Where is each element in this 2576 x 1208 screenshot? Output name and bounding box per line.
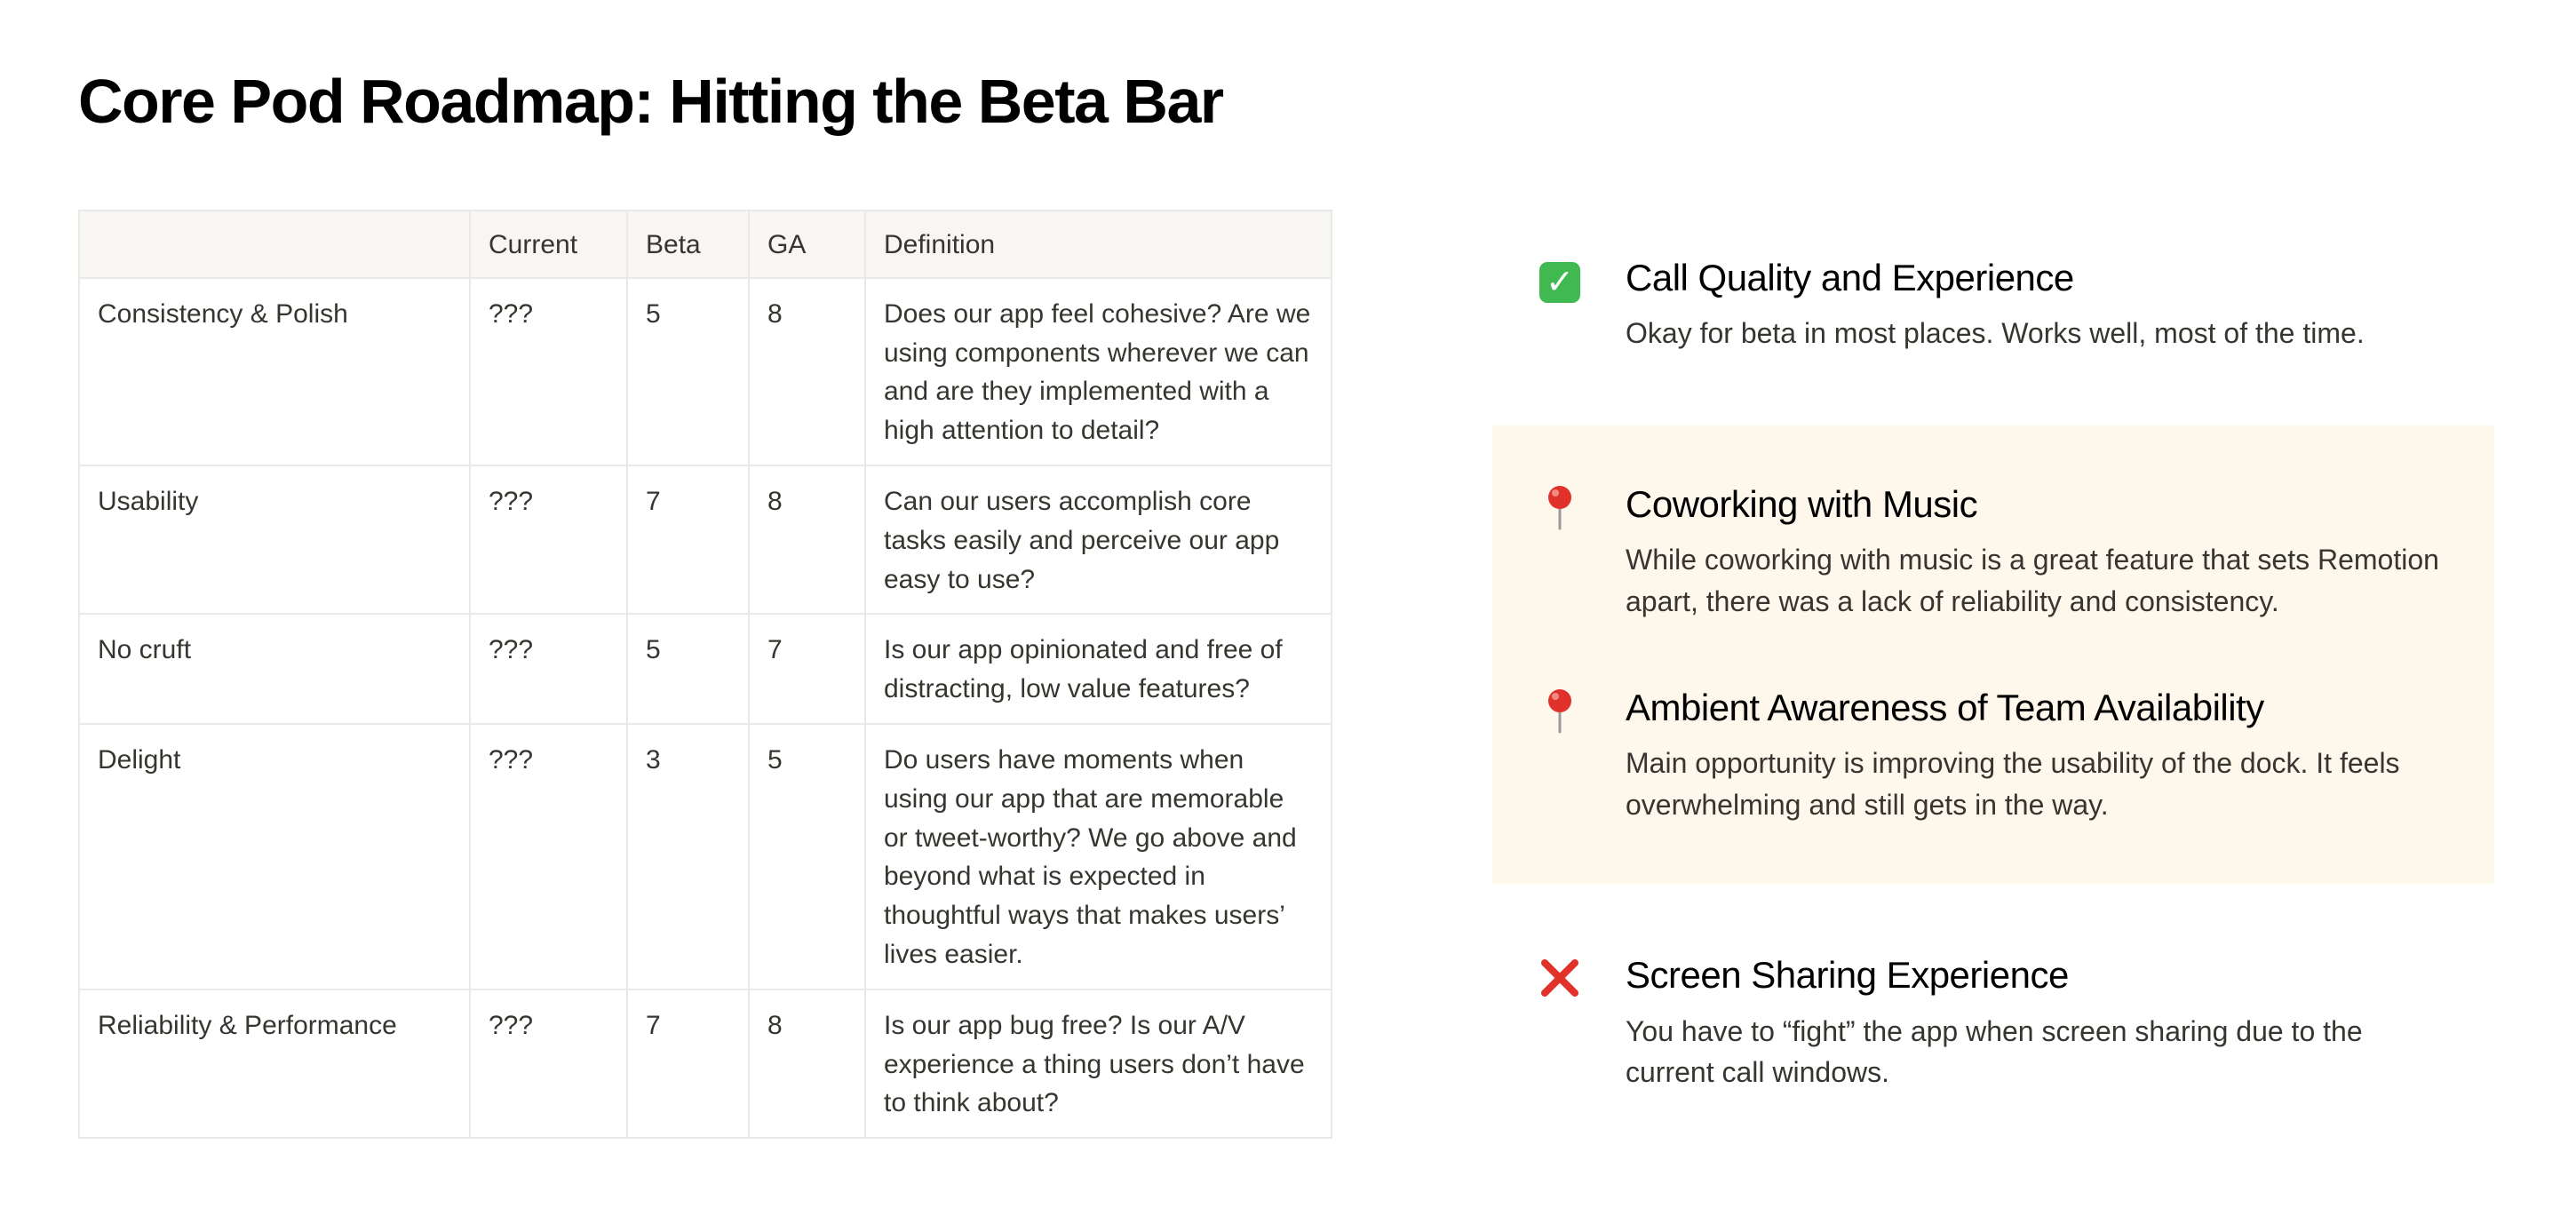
header-current: Current: [469, 210, 628, 279]
page-title: Core Pod Roadmap: Hitting the Beta Bar: [78, 67, 1224, 136]
table-row: Delight ??? 3 5 Do users have moments wh…: [78, 722, 1332, 990]
row-name: Delight: [78, 722, 471, 990]
table-row: No cruft ??? 5 7 Is our app opinionated …: [78, 613, 1332, 725]
row-name: Usability: [78, 464, 471, 616]
status-item-description: Okay for beta in most places. Works well…: [1626, 317, 2365, 350]
check-mark-icon: ✓: [1537, 259, 1583, 306]
pushpin-icon: [1537, 484, 1583, 530]
row-ga: 8: [748, 988, 866, 1140]
row-beta: 7: [626, 988, 750, 1140]
table-row: Usability ??? 7 8 Can our users accompli…: [78, 464, 1332, 616]
row-definition: Does our app feel cohesive? Are we using…: [864, 276, 1332, 466]
header-definition: Definition: [864, 210, 1332, 279]
row-beta: 5: [626, 276, 750, 466]
row-ga: 5: [748, 722, 866, 990]
row-ga: 8: [748, 276, 866, 466]
table-row: Reliability & Performance ??? 7 8 Is our…: [78, 988, 1332, 1140]
table-header-row: Current Beta GA Definition: [78, 210, 1332, 279]
roadmap-table: Current Beta GA Definition Consistency &…: [78, 210, 1332, 1140]
status-item-coworking-music: Coworking with Music While coworking wit…: [1492, 450, 2494, 654]
status-item-title: Screen Sharing Experience: [1626, 954, 2069, 997]
row-current: ???: [469, 988, 628, 1140]
highlight-callout: Coworking with Music While coworking wit…: [1492, 425, 2494, 885]
status-item-call-quality: ✓ Call Quality and Experience Okay for b…: [1492, 213, 2494, 425]
row-definition: Do users have moments when using our app…: [864, 722, 1332, 990]
row-definition: Is our app opinionated and free of distr…: [864, 613, 1332, 725]
table-row: Consistency & Polish ??? 5 8 Does our ap…: [78, 276, 1332, 466]
header-ga: GA: [748, 210, 866, 279]
row-name: Reliability & Performance: [78, 988, 471, 1140]
header-criteria: [78, 210, 471, 279]
cross-mark-icon: [1537, 955, 1583, 1001]
status-item-screen-sharing: Screen Sharing Experience You have to “f…: [1492, 884, 2494, 1133]
row-beta: 3: [626, 722, 750, 990]
row-name: No cruft: [78, 613, 471, 725]
row-ga: 8: [748, 464, 866, 616]
row-current: ???: [469, 276, 628, 466]
row-beta: 5: [626, 613, 750, 725]
status-item-ambient-awareness: Ambient Awareness of Team Availability M…: [1492, 654, 2494, 857]
status-item-title: Ambient Awareness of Team Availability: [1626, 686, 2264, 728]
header-beta: Beta: [626, 210, 750, 279]
row-current: ???: [469, 722, 628, 990]
status-list: ✓ Call Quality and Experience Okay for b…: [1492, 213, 2494, 1133]
row-name: Consistency & Polish: [78, 276, 471, 466]
row-current: ???: [469, 613, 628, 725]
row-current: ???: [469, 464, 628, 616]
status-item-description: Main opportunity is improving the usabil…: [1626, 747, 2400, 821]
status-item-description: While coworking with music is a great fe…: [1626, 544, 2439, 617]
row-definition: Is our app bug free? Is our A/V experien…: [864, 988, 1332, 1140]
row-definition: Can our users accomplish core tasks easi…: [864, 464, 1332, 616]
pushpin-icon: [1537, 687, 1583, 734]
roadmap-table-container: Current Beta GA Definition Consistency &…: [78, 210, 1332, 1140]
row-ga: 7: [748, 613, 866, 725]
status-item-title: Call Quality and Experience: [1626, 257, 2074, 298]
status-item-description: You have to “fight” the app when screen …: [1626, 1014, 2363, 1088]
status-item-title: Coworking with Music: [1626, 482, 1978, 525]
row-beta: 7: [626, 464, 750, 616]
